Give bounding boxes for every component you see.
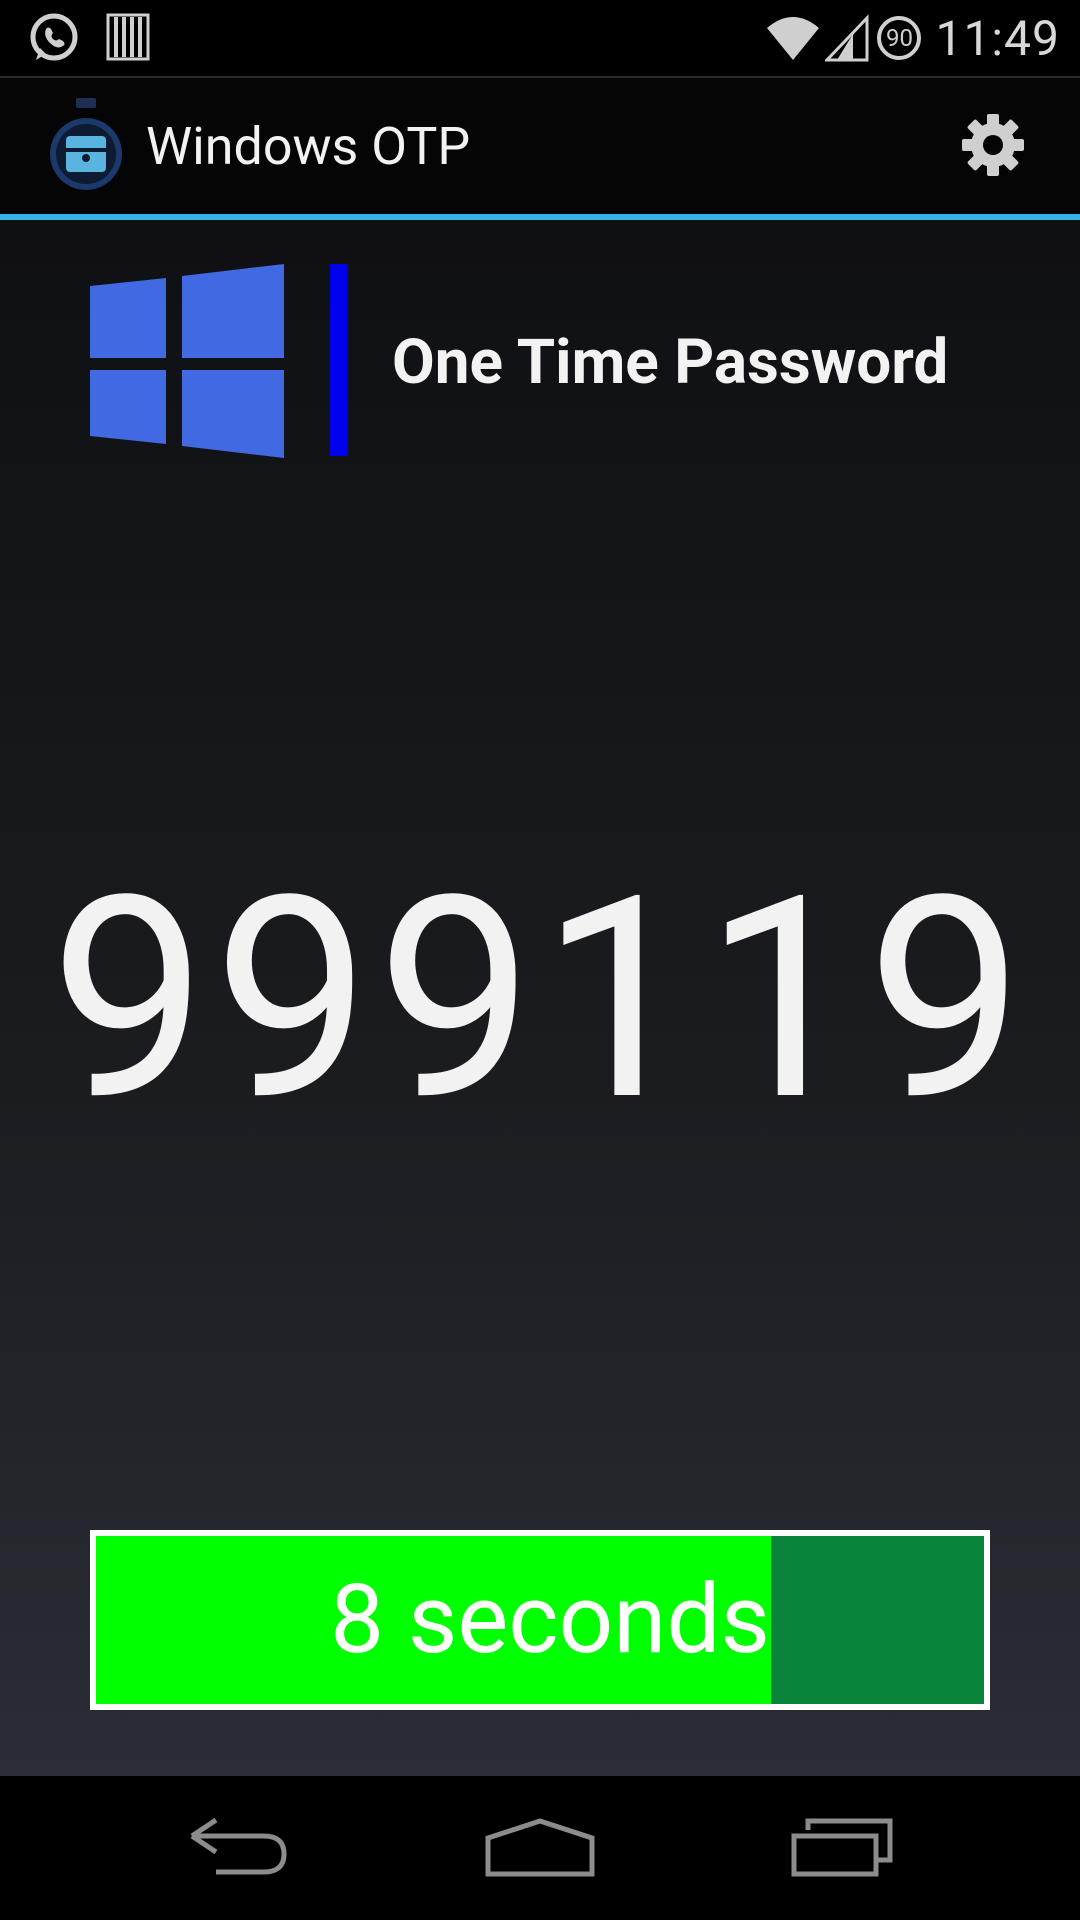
navigation-bar [0,1776,1080,1920]
wifi-icon [767,17,820,60]
countdown-progress-bar: 8 seconds [90,1530,990,1710]
home-button[interactable] [484,1818,596,1882]
main-content: One Time Password 999119 8 seconds [0,220,1080,1776]
heading-divider [330,264,348,456]
status-bar: 90 11:49 [0,0,1080,78]
settings-button[interactable] [960,112,1026,178]
windows-logo-icon [90,264,284,458]
back-icon [190,1817,287,1875]
recents-button[interactable] [790,1818,894,1882]
otp-heading: One Time Password [392,326,949,399]
countdown-label: 8 seconds [330,1564,770,1676]
clock: 11:49 [935,9,1060,67]
battery-icon: 90 [877,16,922,60]
signal-icon [825,14,869,62]
barcode-icon [106,13,150,61]
system-status: 90 11:49 [765,0,1060,76]
whatsapp-icon [30,13,78,61]
gear-icon [962,114,1024,176]
battery-level: 90 [885,24,913,52]
recents-icon [791,1818,893,1877]
notification-icons [26,10,150,66]
home-icon [485,1818,595,1877]
action-bar: Windows OTP [0,78,1080,220]
otp-code: 999119 [49,836,1031,1164]
app-logo-icon [50,98,122,190]
back-button[interactable] [186,1817,290,1882]
app-title: Windows OTP [146,116,471,177]
